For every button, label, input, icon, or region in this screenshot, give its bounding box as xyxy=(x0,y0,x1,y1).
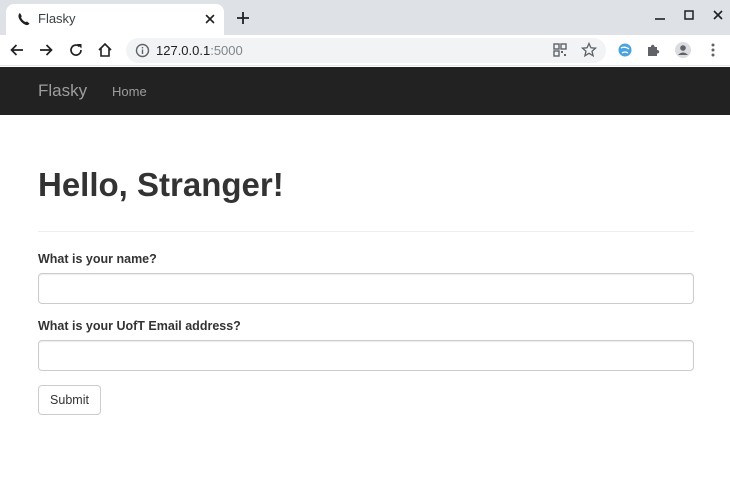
extensions-puzzle-icon[interactable] xyxy=(645,41,663,59)
name-label: What is your name? xyxy=(38,252,157,266)
header-divider xyxy=(38,231,694,232)
close-window-icon[interactable] xyxy=(710,7,726,23)
nav-link-home[interactable]: Home xyxy=(112,84,147,99)
email-label: What is your UofT Email address? xyxy=(38,319,241,333)
email-input[interactable] xyxy=(38,340,694,371)
url-text: 127.0.0.1:5000 xyxy=(156,43,243,58)
profile-avatar-icon[interactable] xyxy=(674,41,692,59)
navbar-brand[interactable]: Flasky xyxy=(38,82,87,100)
extension-globe-icon[interactable] xyxy=(616,41,634,59)
qr-code-icon[interactable] xyxy=(551,41,569,59)
url-host: 127.0.0.1 xyxy=(156,43,211,58)
forward-arrow-icon[interactable] xyxy=(37,41,55,59)
address-bar[interactable]: 127.0.0.1:5000 xyxy=(126,38,606,63)
url-port: :5000 xyxy=(210,43,243,58)
close-tab-icon[interactable] xyxy=(202,11,218,27)
menu-dots-icon[interactable] xyxy=(704,41,722,59)
info-icon[interactable] xyxy=(135,43,150,58)
maximize-icon[interactable] xyxy=(681,7,697,23)
browser-tab[interactable]: Flasky xyxy=(6,4,224,35)
name-input[interactable] xyxy=(38,273,694,304)
phone-icon xyxy=(16,11,32,27)
page-title: Hello, Stranger! xyxy=(38,166,284,203)
reload-icon[interactable] xyxy=(67,41,85,59)
home-icon[interactable] xyxy=(96,41,114,59)
browser-toolbar: 127.0.0.1:5000 xyxy=(0,35,730,66)
bookmark-star-icon[interactable] xyxy=(580,41,598,59)
submit-button[interactable]: Submit xyxy=(38,385,101,415)
site-navbar: Flasky Home xyxy=(0,67,730,115)
tab-title: Flasky xyxy=(38,11,76,26)
back-arrow-icon[interactable] xyxy=(8,41,26,59)
new-tab-icon[interactable] xyxy=(234,9,252,27)
browser-tabstrip: Flasky xyxy=(0,0,730,35)
minimize-icon[interactable] xyxy=(652,7,668,23)
